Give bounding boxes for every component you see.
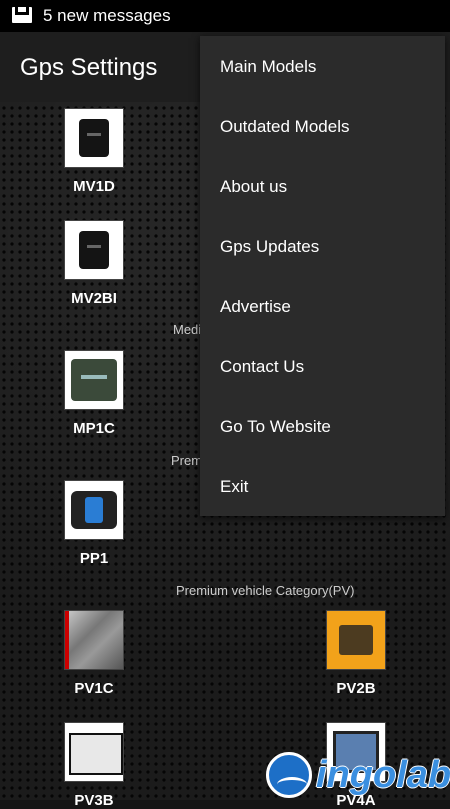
product-tile-pv2b[interactable]: PV2B (296, 610, 416, 697)
product-tile-pv3b[interactable]: PV3B (34, 722, 154, 809)
product-label: PV1C (74, 680, 114, 697)
menu-item-exit[interactable]: Exit (200, 456, 445, 516)
product-image (64, 610, 124, 670)
product-image (64, 480, 124, 540)
page-title: Gps Settings (20, 54, 158, 81)
menu-item-advertise[interactable]: Advertise (200, 276, 445, 336)
product-label: MP1C (73, 420, 115, 437)
product-label: PV2B (336, 680, 376, 697)
notification-text: 5 new messages (43, 6, 171, 25)
brand-logo: ingolabs (266, 748, 450, 800)
category-label: Medi (173, 322, 202, 337)
overflow-menu: Main Models Outdated Models About us Gps… (200, 36, 445, 516)
menu-item-main-models[interactable]: Main Models (200, 36, 445, 96)
product-image (326, 610, 386, 670)
product-tile-pp1[interactable]: PP1 (34, 480, 154, 567)
category-label: Prem (171, 453, 203, 468)
status-bar: 5 new messages (0, 0, 450, 32)
menu-item-about-us[interactable]: About us (200, 156, 445, 216)
product-tile-mv2bi[interactable]: MV2BI (34, 220, 154, 307)
menu-item-gps-updates[interactable]: Gps Updates (200, 216, 445, 276)
product-label: MV2BI (71, 290, 117, 307)
product-image (64, 220, 124, 280)
product-label: PP1 (79, 550, 109, 567)
product-label: PV3B (74, 792, 114, 809)
product-tile-pv1c[interactable]: PV1C (34, 610, 154, 697)
logo-icon (266, 752, 312, 798)
menu-item-go-to-website[interactable]: Go To Website (200, 396, 445, 456)
product-tile-mp1c[interactable]: MP1C (34, 350, 154, 437)
menu-item-outdated-models[interactable]: Outdated Models (200, 96, 445, 156)
product-image (64, 108, 124, 168)
product-image (64, 350, 124, 410)
product-image (64, 722, 124, 782)
product-label: MV1D (73, 178, 115, 195)
mail-icon (12, 7, 32, 23)
category-label: Premium vehicle Category(PV) (176, 583, 355, 598)
menu-item-contact-us[interactable]: Contact Us (200, 336, 445, 396)
logo-text: ingolabs (316, 754, 450, 796)
product-tile-mv1d[interactable]: MV1D (34, 108, 154, 195)
